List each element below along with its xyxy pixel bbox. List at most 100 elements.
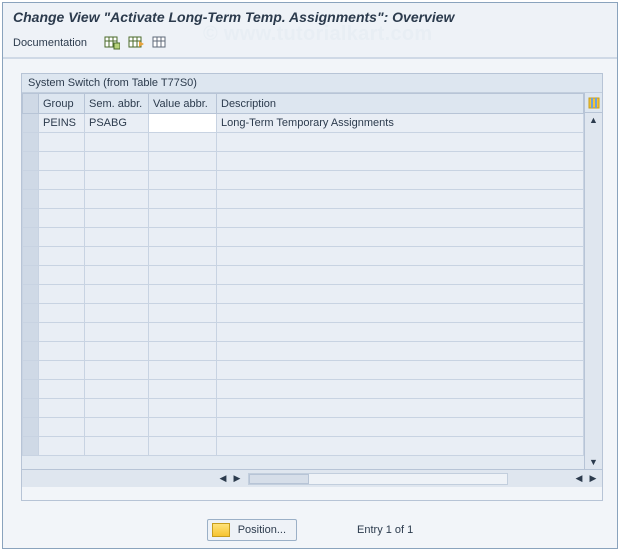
cell-description: [217, 399, 584, 418]
cell-value-abbr[interactable]: [149, 228, 217, 247]
cell-value-abbr[interactable]: [149, 304, 217, 323]
cell-group: [39, 380, 85, 399]
cell-value-abbr[interactable]: [149, 399, 217, 418]
cell-value-abbr[interactable]: [149, 361, 217, 380]
cell-value-abbr[interactable]: [149, 285, 217, 304]
position-button-label: Position...: [238, 524, 286, 536]
cell-description: [217, 304, 584, 323]
cell-description: [217, 361, 584, 380]
row-selector[interactable]: [23, 323, 39, 342]
table-row[interactable]: [23, 323, 584, 342]
table-row[interactable]: [23, 228, 584, 247]
cell-value-abbr[interactable]: [149, 133, 217, 152]
table-config-icon[interactable]: [151, 35, 169, 51]
position-icon: [212, 523, 230, 537]
col-header-sem-abbr[interactable]: Sem. abbr.: [85, 94, 149, 114]
row-selector[interactable]: [23, 266, 39, 285]
row-selector[interactable]: [23, 209, 39, 228]
cell-value-abbr[interactable]: [149, 342, 217, 361]
row-selector[interactable]: [23, 380, 39, 399]
cell-description: [217, 437, 584, 456]
table-row[interactable]: [23, 133, 584, 152]
table-export-icon[interactable]: [127, 35, 145, 51]
row-selector[interactable]: [23, 304, 39, 323]
cell-group: PEINS: [39, 114, 85, 133]
table-row[interactable]: [23, 437, 584, 456]
row-selector[interactable]: [23, 361, 39, 380]
scroll-down-icon[interactable]: ▼: [587, 455, 601, 469]
toolbar: Documentation: [3, 33, 617, 59]
table-row[interactable]: [23, 418, 584, 437]
cell-description: [217, 380, 584, 399]
cell-value-abbr[interactable]: [149, 247, 217, 266]
cell-value-abbr[interactable]: [149, 437, 217, 456]
cell-group: [39, 304, 85, 323]
table-settings-icon[interactable]: [103, 35, 121, 51]
entry-counter: Entry 1 of 1: [357, 524, 413, 536]
table-row[interactable]: [23, 399, 584, 418]
scroll-thumb[interactable]: [249, 474, 309, 484]
table-row[interactable]: [23, 266, 584, 285]
row-selector[interactable]: [23, 418, 39, 437]
horizontal-scrollbar[interactable]: ◀ ▶ ◀ ▶: [22, 469, 602, 487]
cell-sem-abbr: [85, 380, 149, 399]
cell-value-abbr[interactable]: [149, 152, 217, 171]
cell-sem-abbr: [85, 209, 149, 228]
row-selector[interactable]: [23, 171, 39, 190]
cell-value-abbr[interactable]: [149, 171, 217, 190]
row-selector[interactable]: [23, 228, 39, 247]
scroll-left-icon[interactable]: ◀: [216, 472, 230, 486]
vertical-scrollbar[interactable]: ▲ ▼: [584, 93, 602, 469]
row-selector[interactable]: [23, 247, 39, 266]
scroll-right-icon[interactable]: ▶: [230, 472, 244, 486]
cell-value-abbr[interactable]: [149, 418, 217, 437]
cell-sem-abbr: [85, 285, 149, 304]
scroll-right2-icon[interactable]: ▶: [586, 472, 600, 486]
cell-value-abbr[interactable]: [149, 266, 217, 285]
cell-value-abbr[interactable]: [149, 209, 217, 228]
table-row[interactable]: [23, 304, 584, 323]
cell-group: [39, 152, 85, 171]
row-selector[interactable]: [23, 342, 39, 361]
row-selector[interactable]: [23, 190, 39, 209]
table-row[interactable]: PEINSPSABGLong-Term Temporary Assignment…: [23, 114, 584, 133]
table-row[interactable]: [23, 380, 584, 399]
position-button[interactable]: Position...: [207, 519, 297, 541]
scroll-left2-icon[interactable]: ◀: [572, 472, 586, 486]
row-selector[interactable]: [23, 399, 39, 418]
row-selector[interactable]: [23, 114, 39, 133]
table-config-column-icon[interactable]: [585, 93, 602, 113]
cell-value-abbr[interactable]: [149, 323, 217, 342]
table-row[interactable]: [23, 285, 584, 304]
table-row[interactable]: [23, 361, 584, 380]
col-header-value-abbr[interactable]: Value abbr.: [149, 94, 217, 114]
cell-group: [39, 266, 85, 285]
row-selector-header[interactable]: [23, 94, 39, 114]
table-row[interactable]: [23, 209, 584, 228]
cell-group: [39, 342, 85, 361]
row-selector[interactable]: [23, 285, 39, 304]
table-row[interactable]: [23, 152, 584, 171]
table-row[interactable]: [23, 190, 584, 209]
cell-value-abbr[interactable]: [149, 380, 217, 399]
cell-group: [39, 323, 85, 342]
cell-description: [217, 190, 584, 209]
col-header-group[interactable]: Group: [39, 94, 85, 114]
cell-value-abbr[interactable]: [149, 190, 217, 209]
table-row[interactable]: [23, 171, 584, 190]
row-selector[interactable]: [23, 152, 39, 171]
grid[interactable]: Group Sem. abbr. Value abbr. Description…: [22, 93, 584, 469]
table-row[interactable]: [23, 247, 584, 266]
cell-value-abbr[interactable]: [149, 114, 217, 133]
footer: Position... Entry 1 of 1: [3, 519, 617, 541]
cell-group: [39, 171, 85, 190]
system-switch-panel: System Switch (from Table T77S0) Group S…: [21, 73, 603, 501]
cell-sem-abbr: [85, 171, 149, 190]
cell-description: [217, 209, 584, 228]
scroll-up-icon[interactable]: ▲: [587, 113, 601, 127]
col-header-description[interactable]: Description: [217, 94, 584, 114]
documentation-label: Documentation: [13, 37, 87, 49]
row-selector[interactable]: [23, 133, 39, 152]
table-row[interactable]: [23, 342, 584, 361]
row-selector[interactable]: [23, 437, 39, 456]
